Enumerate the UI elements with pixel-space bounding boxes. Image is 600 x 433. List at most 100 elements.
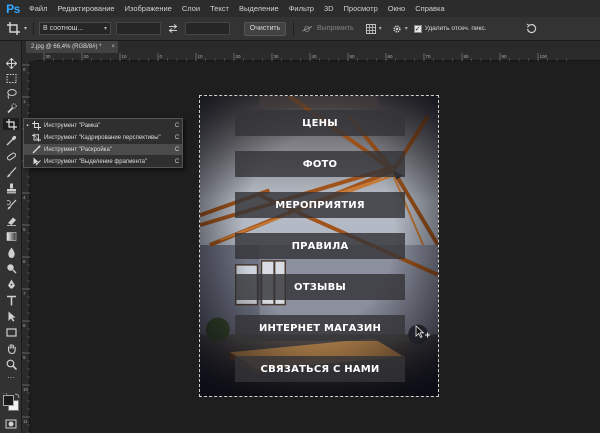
more-tools[interactable]: ··· (3, 372, 19, 384)
crop-icon (31, 121, 41, 130)
delete-cropped-checkbox[interactable]: ✓ Удалить отсеч. пикс. (413, 24, 487, 33)
marquee-tool[interactable] (3, 72, 19, 84)
flyout-item-shortcut: C (174, 134, 180, 141)
menu-button-rules[interactable]: ПРАВИЛА (235, 233, 405, 259)
flyout-item-crop[interactable]: ▪ Инструмент "Рамка" C (24, 120, 182, 131)
document-canvas[interactable]: ЦЕНЫ ФОТО МЕРОПРИЯТИЯ ПРАВИЛА ОТЗЫВЫ ИНТ… (199, 95, 439, 397)
chevron-down-icon[interactable]: ▾ (24, 25, 27, 32)
menu-help[interactable]: Справка (410, 0, 449, 17)
gradient-icon (6, 231, 16, 241)
eraser-tool[interactable] (3, 214, 19, 226)
menu-select[interactable]: Выделение (234, 0, 284, 17)
menu-edit[interactable]: Редактирование (52, 0, 119, 17)
menu-file[interactable]: Файл (24, 0, 52, 17)
flyout-item-perspective-crop[interactable]: Инструмент "Кадрирование перспективы" C (24, 132, 182, 143)
vertical-ruler[interactable]: 01234567891011 (22, 61, 30, 433)
blur-tool[interactable] (3, 246, 19, 258)
history-brush-icon (6, 199, 16, 209)
document-tab[interactable]: 2.jpg @ 66,4% (RGB/8#) * × (26, 41, 118, 53)
flyout-item-slice[interactable]: Инструмент "Раскройка" C (24, 144, 182, 155)
pen-icon (7, 279, 15, 288)
menu-3d[interactable]: 3D (319, 0, 339, 17)
ratio-dropdown[interactable]: В соотнош... ▾ (39, 22, 112, 35)
type-icon (6, 295, 16, 305)
width-field[interactable] (116, 22, 162, 35)
chevron-down-icon[interactable]: ▾ (379, 25, 382, 32)
lasso-tool[interactable] (3, 87, 19, 99)
flyout-item-label: Инструмент "Выделение фрагмента" (44, 158, 148, 165)
menu-button-shop[interactable]: ИНТЕРНЕТ МАГАЗИН (235, 315, 405, 341)
height-field[interactable] (185, 22, 231, 35)
healing-tool[interactable] (3, 150, 19, 162)
brush-tool[interactable] (3, 166, 19, 178)
move-tool[interactable] (3, 57, 19, 69)
close-icon[interactable]: × (111, 41, 115, 53)
ruler-label: 5 (23, 227, 26, 232)
shape-tool[interactable] (3, 326, 19, 338)
foreground-color-swatch[interactable] (3, 395, 14, 406)
type-tool[interactable] (3, 294, 19, 306)
menu-button-events[interactable]: МЕРОПРИЯТИЯ (235, 192, 405, 218)
menu-window[interactable]: Окно (383, 0, 410, 17)
hand-tool[interactable] (3, 342, 19, 354)
stamp-icon (6, 183, 16, 193)
clear-button[interactable]: Очистить (244, 21, 287, 36)
horizontal-ruler[interactable]: 30 20 10 0 10 20 30 40 50 60 70 80 90 100 (36, 53, 600, 61)
history-brush-tool[interactable] (3, 198, 19, 210)
menu-button-reviews[interactable]: ОТЗЫВЫ (235, 274, 405, 300)
quick-select-tool[interactable] (3, 102, 19, 114)
lasso-icon (6, 88, 17, 99)
flyout-item-label: Инструмент "Раскройка" (44, 146, 112, 153)
flyout-item-slice-select[interactable]: Инструмент "Выделение фрагмента" C (24, 156, 182, 167)
overlay-grid-icon[interactable] (364, 23, 378, 34)
menu-text[interactable]: Текст (205, 0, 234, 17)
quick-mask-icon[interactable] (5, 416, 17, 429)
tools-panel: ··· (0, 41, 22, 433)
ruler-label: 4 (23, 195, 26, 200)
crop-icon[interactable] (4, 20, 22, 38)
arrow-icon (8, 311, 15, 321)
chevron-down-icon[interactable]: ▾ (405, 25, 408, 32)
path-select-tool[interactable] (3, 310, 19, 322)
document-tab-title: 2.jpg @ 66,4% (RGB/8#) * (31, 44, 102, 50)
quick-select-icon (6, 102, 17, 113)
dodge-icon (6, 263, 16, 273)
menu-layers[interactable]: Слои (177, 0, 205, 17)
crop-tool[interactable] (3, 118, 19, 130)
ratio-value: В соотнош... (43, 25, 84, 32)
ruler-ticks: 01234567891011 (22, 64, 30, 433)
menu-image[interactable]: Изображение (120, 0, 177, 17)
menu-bar: Ps Файл Редактирование Изображение Слои … (0, 0, 600, 17)
slice-cursor-icon (415, 325, 430, 339)
menu-button-prices[interactable]: ЦЕНЫ (235, 110, 405, 136)
move-icon (5, 57, 17, 69)
eyedropper-tool[interactable] (3, 134, 19, 146)
zoom-tool[interactable] (3, 358, 19, 370)
swap-colors-icon[interactable] (14, 386, 20, 399)
straighten-button[interactable]: Выпрямить (313, 22, 358, 36)
menu-filter[interactable]: Фильтр (284, 0, 319, 17)
ruler-label: 0 (160, 54, 163, 59)
chevron-down-icon: ▾ (104, 26, 108, 32)
flyout-item-shortcut: C (174, 122, 180, 129)
straighten-icon[interactable] (301, 24, 313, 34)
pen-tool[interactable] (3, 278, 19, 290)
ruler-label: 10 (23, 387, 29, 392)
clone-stamp-tool[interactable] (3, 182, 19, 194)
menu-view[interactable]: Просмотр (339, 0, 383, 17)
ruler-label: 80 (464, 54, 470, 59)
ruler-label: 20 (236, 54, 242, 59)
gear-icon[interactable] (390, 24, 404, 34)
menu-button-contact[interactable]: СВЯЗАТЬСЯ С НАМИ (235, 356, 405, 382)
reset-icon[interactable] (526, 23, 538, 35)
ruler-label: 70 (426, 54, 432, 59)
separator (293, 21, 295, 36)
gradient-tool[interactable] (3, 230, 19, 242)
slice-icon (31, 145, 41, 154)
ruler-label: 10 (198, 54, 204, 59)
menu-button-photo[interactable]: ФОТО (235, 151, 405, 177)
ruler-label: 9 (23, 355, 26, 360)
swap-icon[interactable] (165, 24, 181, 33)
dodge-tool[interactable] (3, 262, 19, 274)
default-colors-icon[interactable] (2, 386, 10, 400)
